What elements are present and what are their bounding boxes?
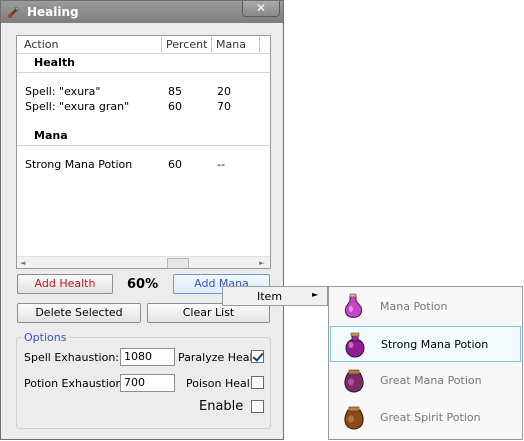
menu-item-label: Item [257, 290, 283, 303]
group-header-mana: Mana [34, 129, 68, 142]
percent-value: 60% [127, 277, 159, 292]
scroll-thumb[interactable] [167, 258, 189, 268]
row-action: Strong Mana Potion [25, 158, 133, 171]
row-action: Spell: "exura" [25, 85, 101, 98]
submenu-item-label: Strong Mana Potion [381, 338, 489, 351]
column-separator[interactable] [259, 37, 260, 52]
poison-heal-label: Poison Heal [186, 377, 250, 390]
horizontal-scrollbar[interactable]: ◄ ► [17, 256, 270, 268]
spell-exhaustion-label: Spell Exhaustion: [24, 351, 119, 364]
column-header-mana[interactable]: Mana [216, 36, 246, 53]
row-percent: 60 [168, 158, 182, 171]
submenu-item-label: Great Mana Potion [380, 374, 482, 387]
poison-heal-checkbox[interactable] [251, 376, 264, 389]
row-percent: 85 [168, 85, 182, 98]
scroll-right-icon[interactable]: ► [259, 259, 264, 267]
column-header-percent[interactable]: Percent [166, 36, 207, 53]
title-bar[interactable]: Healing ✕ [1, 1, 283, 23]
mana-potion-icon [344, 293, 363, 318]
spell-exhaustion-field[interactable]: 1080 [120, 348, 175, 366]
healing-window: Healing ✕ Action Percent Mana Health Spe… [0, 0, 284, 440]
row-mana: -- [217, 158, 225, 171]
column-separator[interactable] [211, 37, 212, 52]
scroll-left-icon[interactable]: ◄ [20, 259, 25, 267]
submenu-item-label: Great Spirit Potion [380, 411, 481, 424]
group-divider [17, 145, 270, 146]
submenu-item-mana-potion[interactable]: Mana Potion [330, 289, 521, 325]
item-submenu: Mana Potion Strong Mana Potion Great Man… [328, 286, 523, 440]
header-divider [17, 53, 270, 54]
healing-list[interactable]: Action Percent Mana Health Spell: "exura… [16, 35, 271, 269]
enable-label: Enable [199, 399, 244, 414]
potion-exhaustion-label: Potion Exhaustion: [24, 377, 127, 390]
group-divider [17, 72, 270, 73]
great-spirit-potion-icon [344, 406, 364, 430]
submenu-item-great-spirit-potion[interactable]: Great Spirit Potion [330, 400, 521, 436]
paralyze-heal-checkbox[interactable] [251, 350, 264, 363]
potion-exhaustion-field[interactable]: 700 [120, 374, 175, 392]
great-mana-potion-icon [344, 369, 364, 393]
close-icon: ✕ [255, 1, 267, 15]
enable-checkbox[interactable] [251, 400, 264, 413]
strong-mana-potion-icon [345, 332, 365, 358]
submenu-item-great-mana-potion[interactable]: Great Mana Potion [330, 363, 521, 399]
add-health-button[interactable]: Add Health [17, 274, 113, 294]
delete-selected-button[interactable]: Delete Selected [17, 303, 141, 323]
group-header-health: Health [34, 56, 75, 69]
context-menu: Item ► [222, 286, 328, 306]
row-action: Spell: "exura gran" [25, 100, 130, 113]
row-mana: 70 [217, 100, 231, 113]
submenu-arrow-icon: ► [312, 290, 319, 299]
row-mana: 20 [217, 85, 231, 98]
healing-tool-icon [8, 6, 20, 18]
close-button[interactable]: ✕ [242, 1, 280, 17]
row-percent: 60 [168, 100, 182, 113]
clear-list-button[interactable]: Clear List [147, 303, 270, 323]
column-header-action[interactable]: Action [24, 36, 58, 53]
paralyze-heal-label: Paralyze Heal [178, 351, 253, 364]
window-title: Healing [27, 5, 79, 19]
options-legend: Options [21, 331, 70, 344]
column-separator[interactable] [161, 37, 162, 52]
submenu-item-label: Mana Potion [380, 300, 448, 313]
submenu-item-strong-mana-potion[interactable]: Strong Mana Potion [330, 326, 521, 362]
